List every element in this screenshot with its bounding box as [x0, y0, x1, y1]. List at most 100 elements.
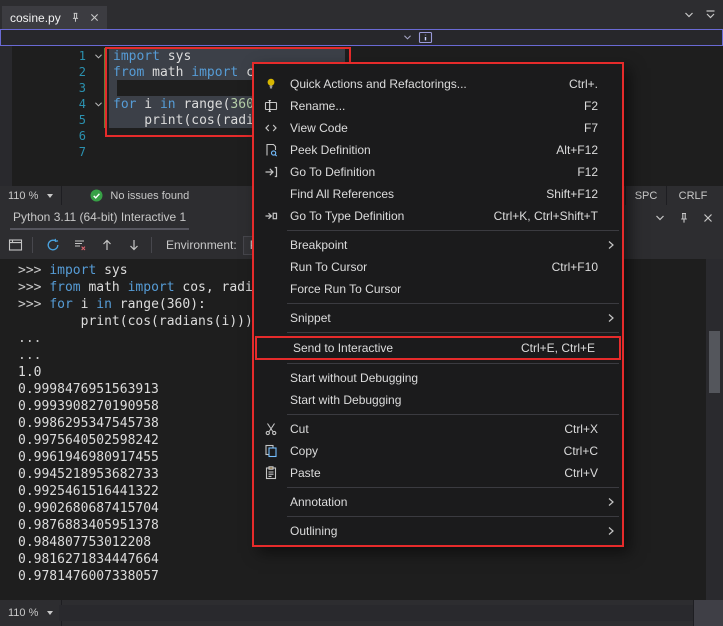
tab-title: cosine.py [10, 11, 61, 25]
line-number: 3 [0, 81, 92, 95]
code-token: print(cos(radians(i))) [18, 314, 253, 329]
menu-item-annotation[interactable]: Annotation [254, 491, 622, 513]
menu-item-snippet[interactable]: Snippet [254, 307, 622, 329]
change-tracking-bar [104, 80, 107, 96]
menu-item-cut[interactable]: CutCtrl+X [254, 418, 622, 440]
menu-item-start-without-debugging[interactable]: Start without Debugging [254, 367, 622, 389]
navigation-bar[interactable] [0, 29, 723, 46]
menu-item-rename[interactable]: Rename...F2 [254, 95, 622, 117]
menu-separator [287, 516, 619, 517]
view-code-icon [260, 121, 282, 135]
toolbar-separator [151, 237, 152, 253]
interactive-zoom-label: 110 % [8, 607, 38, 619]
history-next-icon[interactable] [122, 234, 146, 256]
menu-item-shortcut: F7 [584, 121, 598, 135]
menu-item-label: Quick Actions and Refactorings... [290, 77, 467, 91]
code-token: >>> [18, 280, 49, 295]
code-token: 0.984807753012208 [18, 535, 151, 550]
editor-zoom-control[interactable]: 110 % [0, 186, 62, 205]
clear-screen-icon[interactable] [68, 234, 92, 256]
change-tracking-bar [104, 64, 107, 80]
menu-item-paste[interactable]: PasteCtrl+V [254, 462, 622, 484]
pin-icon[interactable] [70, 12, 81, 23]
space-indicator[interactable]: SPC [625, 186, 666, 205]
chevron-down-icon [47, 194, 53, 198]
code-token: 0.9986295347545738 [18, 416, 159, 431]
menu-item-peek-definition[interactable]: Peek DefinitionAlt+F12 [254, 139, 622, 161]
submenu-arrow-icon [607, 526, 615, 536]
menu-item-label: Paste [290, 466, 321, 480]
code-token: range(360): [112, 297, 206, 312]
interactive-zoom-control[interactable]: 110 % [0, 600, 62, 626]
tab-bar-controls [684, 10, 716, 20]
line-ending-indicator[interactable]: CRLF [666, 186, 719, 205]
chevron-down-icon[interactable] [684, 11, 694, 19]
menu-item-label: Breakpoint [290, 238, 347, 252]
interactive-line: 0.9781476007338057 [18, 569, 706, 586]
menu-item-go-to-definition[interactable]: Go To DefinitionF12 [254, 161, 622, 183]
code-token: in [160, 97, 176, 112]
new-interactive-window-icon[interactable] [3, 234, 27, 256]
scope-dropdown[interactable] [403, 31, 433, 44]
code-text: for i in range(360): [113, 97, 270, 112]
code-token: 0.9945218953682733 [18, 467, 159, 482]
menu-item-quick-actions-and-refactorings[interactable]: Quick Actions and Refactorings...Ctrl+. [254, 73, 622, 95]
menu-item-copy[interactable]: Copy Ctrl+C [254, 440, 622, 462]
code-token: i [73, 297, 96, 312]
go-to-definition-icon [260, 165, 282, 179]
code-token: range( [176, 97, 231, 112]
code-token: in [96, 297, 112, 312]
code-token: math [144, 65, 191, 80]
change-tracking-bar [104, 48, 107, 64]
menu-item-view-code[interactable]: View CodeF7 [254, 117, 622, 139]
environment-label: Environment: [166, 238, 237, 252]
menu-item-label: Peek Definition [290, 143, 371, 157]
code-token: 1.0 [18, 365, 41, 380]
interactive-scope-icon [418, 31, 433, 44]
code-token: i [136, 97, 159, 112]
active-files-icon[interactable] [705, 10, 716, 20]
close-icon[interactable] [90, 13, 99, 22]
horizontal-scrollbar[interactable] [59, 605, 693, 621]
menu-item-shortcut: Ctrl+F10 [552, 260, 598, 274]
code-token: import [49, 263, 96, 278]
vertical-scrollbar[interactable] [706, 259, 723, 600]
interactive-window-title: Python 3.11 (64-bit) Interactive 1 [10, 206, 189, 230]
code-token: >>> [18, 263, 49, 278]
menu-item-send-to-interactive[interactable]: Send to InteractiveCtrl+E, Ctrl+E [255, 336, 621, 360]
code-token: sys [160, 49, 191, 64]
menu-item-label: Start without Debugging [290, 371, 418, 385]
menu-item-find-all-references[interactable]: Find All ReferencesShift+F12 [254, 183, 622, 205]
menu-item-shortcut: Shift+F12 [546, 187, 598, 201]
menu-item-breakpoint[interactable]: Breakpoint [254, 234, 622, 256]
code-token: 0.9993908270190958 [18, 399, 159, 414]
change-tracking-bar [104, 144, 107, 160]
menu-item-run-to-cursor[interactable]: Run To CursorCtrl+F10 [254, 256, 622, 278]
no-issues-check-icon[interactable] [90, 189, 103, 202]
line-number: 6 [0, 129, 92, 143]
scrollbar-thumb[interactable] [709, 331, 720, 393]
menu-item-shortcut: Ctrl+C [564, 444, 598, 458]
menu-item-outlining[interactable]: Outlining [254, 520, 622, 542]
fold-chevron-icon[interactable] [92, 53, 104, 60]
submenu-arrow-icon [607, 313, 615, 323]
pin-icon[interactable] [678, 212, 690, 224]
menu-item-label: Copy [290, 444, 318, 458]
menu-item-go-to-type-definition[interactable]: Go To Type DefinitionCtrl+K, Ctrl+Shift+… [254, 205, 622, 227]
close-icon[interactable] [703, 213, 713, 223]
tab-cosine-py[interactable]: cosine.py [2, 6, 107, 29]
go-to-type-definition-icon [260, 209, 282, 223]
code-token: 0.9998476951563913 [18, 382, 159, 397]
fold-chevron-icon[interactable] [92, 101, 104, 108]
code-token: import [113, 49, 160, 64]
code-token: math [81, 280, 128, 295]
history-previous-icon[interactable] [95, 234, 119, 256]
menu-item-force-run-to-cursor[interactable]: Force Run To Cursor [254, 278, 622, 300]
menu-separator [287, 363, 619, 364]
menu-item-start-with-debugging[interactable]: Start with Debugging [254, 389, 622, 411]
menu-item-label: Go To Definition [290, 165, 375, 179]
menu-item-shortcut: F2 [584, 99, 598, 113]
reset-icon[interactable] [41, 234, 65, 256]
menu-item-shortcut: Ctrl+X [564, 422, 598, 436]
window-position-icon[interactable] [655, 214, 665, 222]
